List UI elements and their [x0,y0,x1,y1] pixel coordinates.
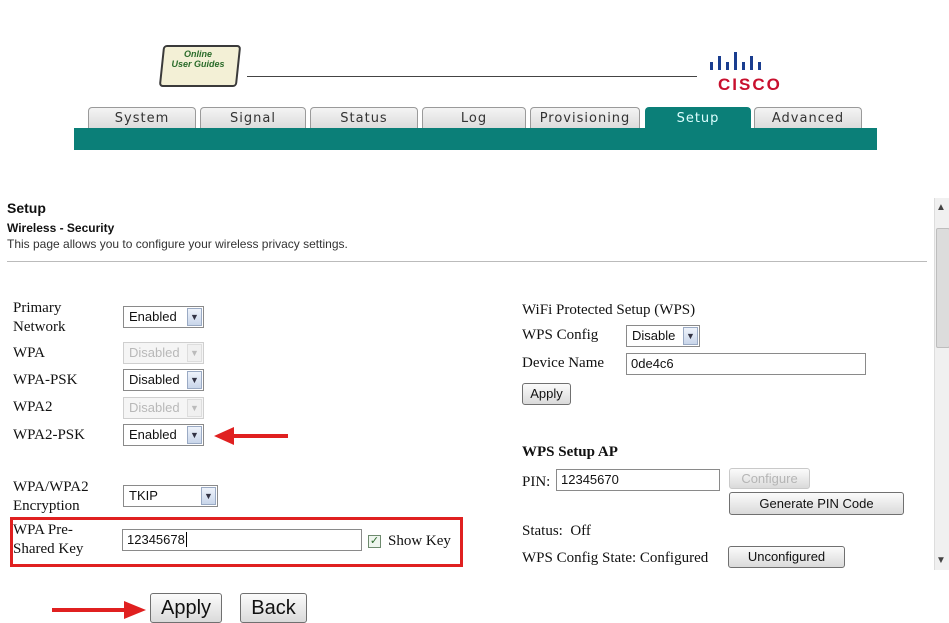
scroll-up-icon[interactable]: ▲ [936,202,946,213]
online-user-guides-logo: Online User Guides [157,41,242,89]
cisco-brand: CISCO [718,75,782,94]
primary-network-select[interactable]: Enabled ▼ [123,306,204,328]
encryption-label: WPA/WPA2 Encryption [13,479,89,514]
page-subtitle: Wireless - Security [7,221,115,235]
chevron-down-icon: ▼ [187,344,202,362]
wps-setup-ap-title: WPS Setup AP [522,444,618,460]
cisco-bars-icon [710,52,761,70]
tab-provisioning[interactable]: Provisioning [530,107,640,128]
wpa2-psk-label: WPA2-PSK [13,427,85,443]
scroll-down-icon[interactable]: ▼ [936,555,946,566]
tab-log[interactable]: Log [422,107,526,128]
wpa2-select: Disabled ▼ [123,397,204,419]
psk-input[interactable]: 12345678 [122,529,362,551]
annotation-arrow-icon [52,601,146,619]
logo-line-2: User Guides [171,59,225,69]
page-title: Setup [7,200,46,216]
tab-signal[interactable]: Signal [200,107,306,128]
generate-pin-button[interactable]: Generate PIN Code [729,492,904,515]
back-button[interactable]: Back [240,593,307,623]
page-description: This page allows you to configure your w… [7,237,348,251]
wpa2-label: WPA2 [13,399,53,415]
show-key-label: Show Key [388,533,451,549]
wps-config-select[interactable]: Disable ▼ [626,325,700,347]
section-divider [7,261,927,262]
wpa-label: WPA [13,345,45,361]
chevron-down-icon: ▼ [187,399,202,417]
wpa-select: Disabled ▼ [123,342,204,364]
tab-system[interactable]: System [88,107,196,128]
logo-line-1: Online [183,49,212,59]
tab-status[interactable]: Status [310,107,418,128]
chevron-down-icon: ▼ [683,327,698,345]
chevron-down-icon: ▼ [187,426,202,444]
chevron-down-icon: ▼ [201,487,216,505]
wps-title: WiFi Protected Setup (WPS) [522,302,696,318]
tab-bar [74,128,877,150]
device-name-label: Device Name [522,355,605,371]
primary-network-label: Primary Network [13,300,66,335]
chevron-down-icon: ▼ [187,308,202,326]
tab-setup[interactable]: Setup [645,107,751,128]
unconfigured-button[interactable]: Unconfigured [728,546,845,568]
wpa2-psk-select[interactable]: Enabled ▼ [123,424,204,446]
apply-button[interactable]: Apply [150,593,222,623]
wps-config-label: WPS Config [522,327,599,343]
scroll-thumb[interactable] [936,228,949,348]
wps-apply-button[interactable]: Apply [522,383,571,405]
pin-label: PIN: [522,474,551,490]
wps-status: Status: Off [522,523,591,539]
wpa-psk-label: WPA-PSK [13,372,78,388]
encryption-select[interactable]: TKIP ▼ [123,485,218,507]
chevron-down-icon: ▼ [187,371,202,389]
text-cursor [185,532,187,547]
wps-config-state: WPS Config State: Configured [522,550,709,566]
show-key-checkbox[interactable]: ✓ [368,535,381,548]
wpa-psk-select[interactable]: Disabled ▼ [123,369,204,391]
annotation-arrow-icon [214,427,288,445]
pin-input[interactable]: 12345670 [556,469,720,491]
header-divider [247,76,697,77]
tab-advanced[interactable]: Advanced [754,107,862,128]
device-name-input[interactable]: 0de4c6 [626,353,866,375]
configure-button: Configure [729,468,810,489]
